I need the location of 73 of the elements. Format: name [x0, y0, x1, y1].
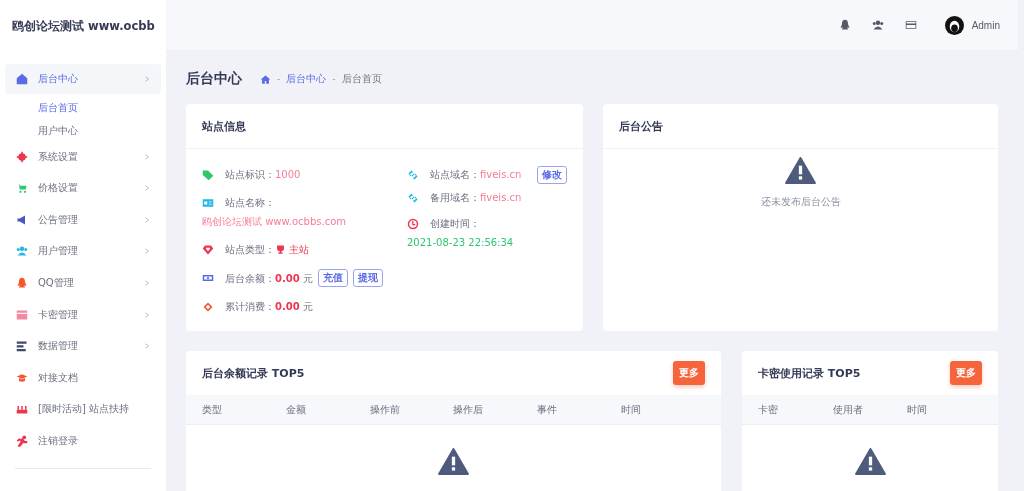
field-label: 后台余额： — [225, 271, 275, 286]
field-value: 鸥创论坛测试 www.ocbbs.com — [202, 215, 347, 229]
breadcrumb-separator: - — [332, 74, 336, 84]
chevron-icon — [144, 311, 150, 318]
warning-icon — [438, 448, 469, 475]
field-label: 站点标识： — [225, 168, 275, 182]
sidebar-item[interactable]: 卡密管理 — [5, 299, 161, 330]
avatar[interactable] — [944, 15, 964, 35]
edit-button[interactable]: 修改 — [537, 166, 567, 184]
more-button[interactable]: 更多 — [673, 361, 705, 385]
sidebar-item[interactable]: 价格设置 — [5, 173, 161, 204]
card-title: 后台公告 — [619, 118, 663, 134]
field-value: 0.00 — [275, 271, 300, 286]
column-header: 类型 — [202, 402, 223, 417]
chevron-icon — [144, 153, 150, 160]
field-label: 站点域名： — [430, 168, 480, 182]
chevron-icon — [144, 343, 150, 350]
chevron-icon — [144, 76, 150, 82]
card-title: 卡密使用记录 TOP5 — [758, 365, 861, 381]
chevron-icon — [144, 216, 150, 223]
column-header: 时间 — [621, 402, 643, 417]
currency-unit: 元 — [302, 271, 313, 286]
column-header: 操作后 — [453, 402, 485, 417]
sidebar-item[interactable]: 系统设置 — [5, 141, 161, 172]
field-value: fiveis.cn — [480, 168, 522, 182]
sidebar-item[interactable]: 用户管理 — [5, 236, 161, 267]
sidebar-item[interactable]: QQ管理 — [5, 267, 161, 298]
field-value: 0.00 — [275, 300, 300, 314]
field-value: fiveis.cn — [480, 191, 522, 205]
users-icon[interactable] — [871, 19, 884, 31]
home-icon[interactable] — [260, 73, 271, 85]
field-label: 站点类型： — [225, 243, 275, 257]
chevron-icon — [144, 279, 150, 286]
empty-message: 还未发布后台公告 — [760, 195, 841, 209]
sidebar-item[interactable]: 注销登录 — [5, 425, 161, 456]
column-header: 使用者 — [832, 402, 864, 417]
user-name[interactable]: Admin — [971, 19, 1000, 31]
breadcrumb-separator: - — [277, 74, 281, 84]
more-button[interactable]: 更多 — [950, 361, 982, 385]
chevron-icon — [144, 248, 150, 255]
field-label: 创建时间： — [430, 217, 480, 231]
page-title: 后台中心 — [186, 70, 242, 88]
chevron-icon — [144, 185, 150, 192]
column-header: 操作前 — [369, 402, 401, 417]
column-header: 金额 — [285, 402, 307, 417]
card-title: 后台余额记录 TOP5 — [202, 365, 305, 381]
warning-icon — [785, 157, 816, 184]
breadcrumb-link[interactable]: 后台中心 — [286, 72, 327, 86]
currency-unit: 元 — [302, 300, 313, 314]
action-button[interactable]: 提现 — [352, 269, 383, 287]
sidebar-item[interactable]: 公告管理 — [5, 204, 161, 235]
sidebar-item[interactable]: 后台中心 — [5, 64, 161, 94]
warning-icon — [854, 448, 886, 475]
sidebar-subitem[interactable]: 用户中心 — [5, 118, 161, 142]
action-button[interactable]: 充值 — [317, 269, 348, 287]
site-brand: 鸥创论坛测试 www.ocbb — [11, 18, 156, 35]
field-label: 累计消费： — [225, 300, 275, 314]
sidebar-item[interactable]: 数据管理 — [5, 331, 161, 362]
sidebar-item[interactable]: 对接文档 — [5, 362, 161, 393]
field-value: 1000 — [275, 168, 301, 182]
breadcrumb-link[interactable]: 后台首页 — [341, 72, 382, 86]
column-header: 时间 — [907, 402, 929, 417]
sidebar-subitem[interactable]: 后台首页 — [5, 95, 161, 119]
column-header: 卡密 — [758, 402, 779, 417]
card-title: 站点信息 — [202, 118, 246, 134]
field-label: 备用域名： — [430, 191, 480, 205]
column-header: 事件 — [537, 402, 559, 417]
qq-icon[interactable] — [838, 19, 851, 31]
field-value: 2021-08-23 22:56:34 — [407, 236, 514, 250]
field-value: 主站 — [289, 243, 309, 257]
sidebar-item[interactable]: [限时活动] 站点扶持 — [5, 394, 161, 425]
field-label: 站点名称： — [225, 196, 275, 210]
card-icon[interactable] — [904, 19, 917, 31]
